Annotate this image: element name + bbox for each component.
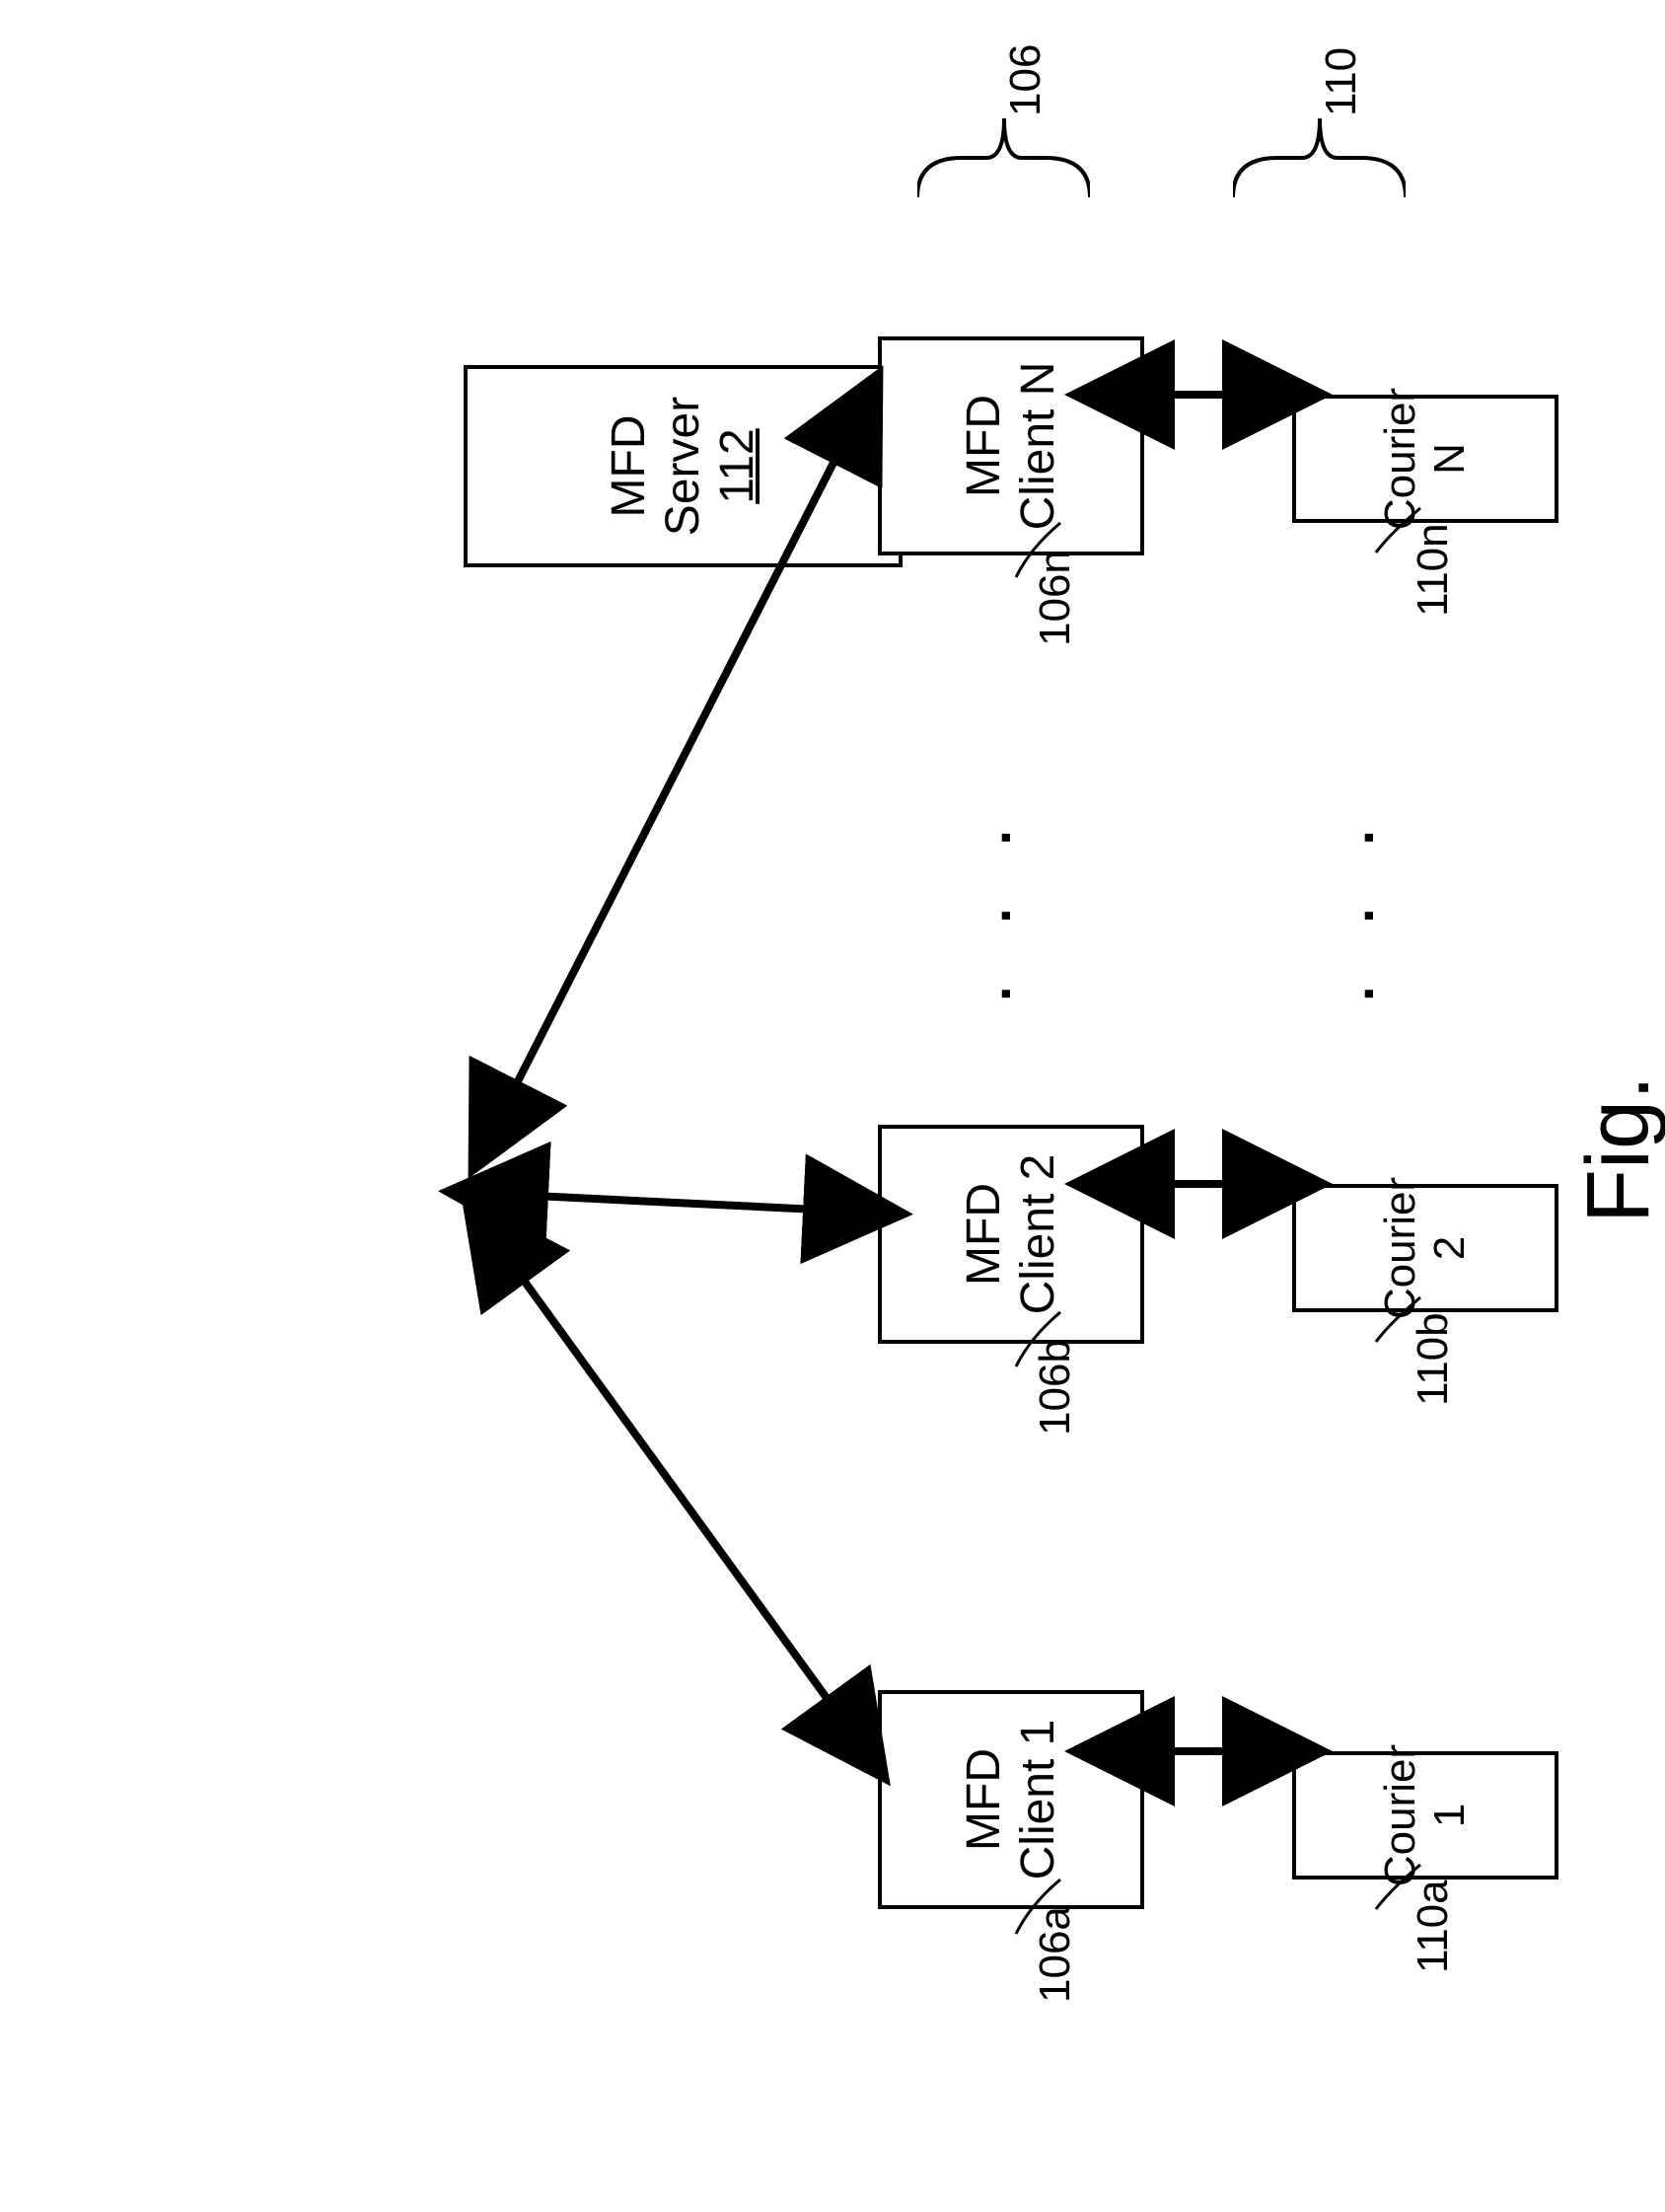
- client-2-leader: [1016, 1312, 1075, 1371]
- client-2-line2: Client 2: [1011, 1154, 1065, 1315]
- couriers-brace: [1233, 99, 1406, 217]
- client-2-line1: MFD: [957, 1183, 1011, 1286]
- figure-label: Fig. 1A: [1568, 1075, 1665, 1223]
- clientn-to-couriern-arrow: [1095, 365, 1302, 424]
- client2-to-courier2-arrow: [1095, 1154, 1302, 1214]
- courier-1-box: Courier 1: [1292, 1751, 1558, 1880]
- client-1-line1: MFD: [957, 1748, 1011, 1851]
- courier-1-leader: [1376, 1865, 1435, 1914]
- server-to-clientn-arrow: [464, 385, 888, 1159]
- courier-n-box: Courier N: [1292, 395, 1558, 523]
- clients-ellipsis: . . .: [959, 806, 1023, 1001]
- server-to-client2-arrow: [464, 1164, 888, 1243]
- client-n-line1: MFD: [957, 395, 1011, 497]
- client-n-line2: Client N: [1011, 362, 1065, 531]
- client1-to-courier1-arrow: [1095, 1722, 1302, 1781]
- client-1-leader: [1016, 1880, 1075, 1939]
- client-n-leader: [1016, 523, 1075, 582]
- client-1-line2: Client 1: [1011, 1720, 1065, 1880]
- couriers-group-ref: 110: [1317, 47, 1366, 116]
- server-to-client1-arrow: [464, 1209, 888, 1766]
- courier-n-leader: [1376, 508, 1435, 557]
- clients-brace: [917, 99, 1090, 217]
- clients-group-ref: 106: [1001, 44, 1050, 116]
- courier-2-leader: [1376, 1297, 1435, 1347]
- couriers-ellipsis: . . .: [1322, 806, 1386, 1001]
- courier-2-box: Courier 2: [1292, 1184, 1558, 1312]
